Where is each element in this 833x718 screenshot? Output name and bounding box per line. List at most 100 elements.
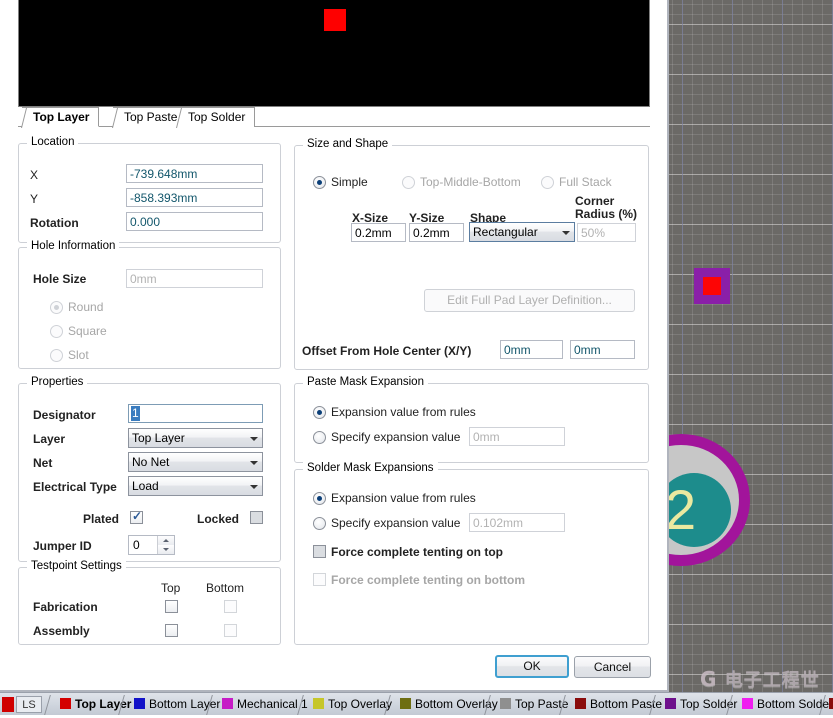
testpoint-settings-group-title: Testpoint Settings: [27, 560, 126, 572]
watermark-logo-icon: G: [700, 667, 718, 691]
hole-shape-square-radio[interactable]: [50, 325, 63, 338]
layer-color-swatch-icon: [500, 698, 511, 709]
rotation-label: Rotation: [30, 216, 79, 230]
layer-color-swatch-icon: [829, 698, 833, 709]
pcb-pad-square[interactable]: [694, 268, 730, 304]
shape-select[interactable]: Rectangular: [469, 222, 575, 242]
testpoint-col-top: Top: [161, 581, 181, 595]
layer-set-button[interactable]: LS: [16, 696, 42, 713]
testpoint-fabrication-top-checkbox[interactable]: [165, 600, 178, 613]
layer-bar-swatch-icon: [2, 697, 14, 712]
rotation-input[interactable]: [126, 212, 263, 231]
electrical-type-label: Electrical Type: [33, 480, 117, 494]
layer-color-swatch-icon: [313, 698, 324, 709]
paste-mask-from-rules-radio[interactable]: [313, 406, 326, 419]
layer-color-swatch-icon: [575, 698, 586, 709]
stack-mode-simple-label: Simple: [331, 175, 368, 189]
layer-bar: LS Top Layer Bottom Layer Mechanical 1 T…: [0, 692, 833, 715]
corner-radius-header-line1: Corner: [575, 194, 615, 208]
jumper-id-label: Jumper ID: [33, 539, 92, 553]
solder-mask-specify-radio[interactable]: [313, 517, 326, 530]
chevron-down-icon: [250, 461, 258, 465]
solder-mask-specify-input[interactable]: [469, 513, 565, 532]
layer-color-swatch-icon: [400, 698, 411, 709]
properties-group-title: Properties: [27, 376, 88, 388]
net-label: Net: [33, 456, 53, 470]
hole-shape-slot-radio[interactable]: [50, 349, 63, 362]
layer-tab-top-overlay[interactable]: Top Overlay: [310, 694, 392, 715]
paste-mask-expansion-group: Paste Mask Expansion: [294, 376, 649, 463]
ok-button[interactable]: OK: [495, 655, 569, 678]
paste-mask-specify-label: Specify expansion value: [331, 430, 461, 444]
force-tenting-bottom-checkbox[interactable]: [313, 573, 326, 586]
designator-input[interactable]: 1: [128, 404, 263, 423]
layer-tab-label: Top Overlay: [328, 697, 393, 711]
hole-information-group-title: Hole Information: [27, 240, 120, 252]
edit-full-pad-layer-definition-button[interactable]: Edit Full Pad Layer Definition...: [424, 289, 635, 312]
force-tenting-top-checkbox[interactable]: [313, 545, 326, 558]
force-tenting-top-label: Force complete tenting on top: [331, 545, 504, 559]
y-input[interactable]: [126, 188, 263, 207]
layer-tab-bottom-overlay[interactable]: Bottom Overlay: [397, 694, 498, 715]
testpoint-assembly-top-checkbox[interactable]: [165, 624, 178, 637]
preview-layer-tabs: Top Layer Top Paste Top Solder: [18, 107, 650, 127]
tab-top-solder[interactable]: Top Solder: [177, 107, 256, 127]
offset-x-input[interactable]: [500, 340, 563, 359]
stack-mode-full-stack-label: Full Stack: [559, 175, 612, 189]
stack-mode-full-stack-radio[interactable]: [541, 176, 554, 189]
paste-mask-specify-input[interactable]: [469, 427, 565, 446]
locked-checkbox[interactable]: [250, 511, 263, 524]
layer-tab-overflow[interactable]: [826, 694, 833, 715]
net-select[interactable]: No Net: [128, 452, 263, 472]
corner-radius-input[interactable]: [577, 223, 636, 242]
corner-radius-header-line2: Radius (%): [575, 207, 638, 221]
electrical-type-select[interactable]: Load: [128, 476, 263, 496]
layer-color-swatch-icon: [222, 698, 233, 709]
offset-from-hole-center-label: Offset From Hole Center (X/Y): [302, 344, 472, 358]
hole-size-label: Hole Size: [33, 272, 87, 286]
chevron-down-icon: [250, 485, 258, 489]
layer-label: Layer: [33, 432, 66, 446]
offset-y-input[interactable]: [570, 340, 635, 359]
pad-preview-shape: [324, 9, 346, 31]
spinner-up-icon[interactable]: [158, 536, 174, 545]
testpoint-fabrication-label: Fabrication: [33, 600, 98, 614]
stack-mode-simple-radio[interactable]: [313, 176, 326, 189]
cancel-button[interactable]: Cancel: [574, 656, 651, 678]
chevron-down-icon: [250, 437, 258, 441]
xsize-input[interactable]: [351, 223, 406, 242]
hole-size-input[interactable]: [126, 269, 263, 288]
tab-top-layer[interactable]: Top Layer: [22, 107, 100, 127]
testpoint-fabrication-bottom-checkbox[interactable]: [224, 600, 237, 613]
jumper-id-value: 0: [133, 538, 140, 552]
size-and-shape-group-title: Size and Shape: [303, 138, 393, 150]
pcb-canvas[interactable]: [668, 0, 833, 692]
layer-tab-mechanical-1[interactable]: Mechanical 1: [219, 694, 308, 715]
paste-mask-specify-radio[interactable]: [313, 431, 326, 444]
net-select-value: No Net: [132, 455, 170, 469]
layer-color-swatch-icon: [60, 698, 71, 709]
testpoint-assembly-label: Assembly: [33, 624, 90, 638]
x-input[interactable]: [126, 164, 263, 183]
plated-checkbox[interactable]: [130, 509, 143, 524]
jumper-id-stepper[interactable]: 0: [128, 535, 175, 555]
stack-mode-tmb-label: Top-Middle-Bottom: [420, 175, 521, 189]
solder-mask-from-rules-label: Expansion value from rules: [331, 491, 476, 505]
layer-tab-top-paste[interactable]: Top Paste: [497, 694, 568, 715]
pad-properties-dialog: Top Layer Top Paste Top Solder Location …: [0, 0, 669, 692]
solder-mask-from-rules-radio[interactable]: [313, 492, 326, 505]
designator-value: 1: [131, 406, 140, 421]
layer-select[interactable]: Top Layer: [128, 428, 263, 448]
testpoint-col-bottom: Bottom: [206, 581, 245, 595]
testpoint-assembly-bottom-checkbox[interactable]: [224, 624, 237, 637]
stack-mode-tmb-radio[interactable]: [402, 176, 415, 189]
location-group-title: Location: [27, 136, 79, 148]
hole-shape-round-radio[interactable]: [50, 301, 63, 314]
paste-mask-expansion-group-title: Paste Mask Expansion: [303, 376, 428, 388]
jumper-id-spin-buttons[interactable]: [157, 536, 174, 554]
shape-select-value: Rectangular: [473, 225, 538, 239]
ysize-input[interactable]: [409, 223, 464, 242]
plated-label: Plated: [83, 512, 120, 526]
spinner-down-icon[interactable]: [158, 545, 174, 554]
layer-tab-bottom-paste[interactable]: Bottom Paste: [572, 694, 662, 715]
